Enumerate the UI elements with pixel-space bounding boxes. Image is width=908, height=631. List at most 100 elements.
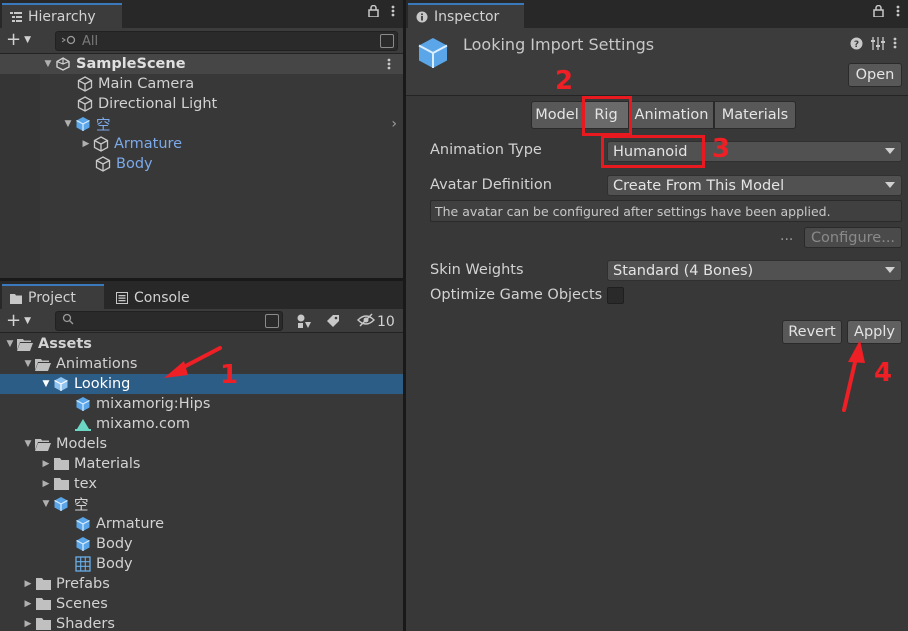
folder-open-icon xyxy=(16,335,34,353)
search-scene-icon[interactable] xyxy=(265,314,279,328)
mesh-grid-icon xyxy=(74,555,92,573)
folder-icon xyxy=(52,455,70,473)
hidden-packages-toggle[interactable]: 10 xyxy=(357,313,395,331)
plus-icon: + xyxy=(6,29,22,50)
tree-item-materials[interactable]: ▶ Materials xyxy=(0,454,403,474)
expand-arrow-icon[interactable]: ▼ xyxy=(42,59,54,69)
ellipsis-label: ... xyxy=(780,228,794,244)
lock-icon[interactable] xyxy=(368,4,379,21)
dropdown-caret-icon xyxy=(885,182,895,188)
console-tab-label: Console xyxy=(134,290,190,306)
tree-item-label: Body xyxy=(96,556,133,572)
open-button[interactable]: Open xyxy=(848,63,902,87)
tree-item-armature[interactable]: Armature xyxy=(0,514,403,534)
tree-item-mixamo-com[interactable]: mixamo.com xyxy=(0,414,403,434)
chevron-right-icon[interactable]: › xyxy=(391,116,397,132)
info-icon xyxy=(416,11,428,23)
svg-text:?: ? xyxy=(854,40,859,50)
folder-icon xyxy=(52,475,70,493)
tab-model[interactable]: Model xyxy=(531,101,583,129)
model-asset-icon xyxy=(416,36,450,74)
search-icon xyxy=(61,34,76,49)
animation-clip-icon xyxy=(74,415,92,433)
tab-hierarchy[interactable]: Hierarchy xyxy=(2,3,122,29)
tab-console[interactable]: Console xyxy=(108,284,208,310)
tree-item-models[interactable]: ▼ Models xyxy=(0,434,403,454)
tab-animation[interactable]: Animation xyxy=(629,101,714,129)
configure-button[interactable]: Configure... xyxy=(804,227,902,248)
scene-row[interactable]: ▼ SampleScene xyxy=(0,54,403,74)
expand-arrow-icon[interactable]: ▶ xyxy=(22,599,34,609)
folder-icon xyxy=(34,595,52,613)
hierarchy-item-main-camera[interactable]: Main Camera xyxy=(0,74,403,94)
tree-item-body[interactable]: Body xyxy=(0,534,403,554)
hierarchy-search-input[interactable]: All xyxy=(55,31,398,51)
kebab-menu-icon[interactable] xyxy=(893,37,897,53)
hierarchy-item-label: 空 xyxy=(96,117,111,134)
expand-arrow-icon[interactable]: ▼ xyxy=(40,499,52,509)
tree-item-body-mesh[interactable]: Body xyxy=(0,554,403,574)
expand-arrow-icon[interactable]: ▶ xyxy=(22,579,34,589)
hierarchy-item-body[interactable]: Body xyxy=(0,154,403,174)
expand-arrow-icon[interactable]: ▶ xyxy=(40,459,52,469)
tree-item-kong[interactable]: ▼ 空 xyxy=(0,494,403,514)
search-scene-icon[interactable] xyxy=(380,34,394,48)
expand-arrow-icon[interactable]: ▶ xyxy=(80,139,92,149)
tree-item-label: Prefabs xyxy=(56,576,110,592)
tab-inspector[interactable]: Inspector xyxy=(408,3,524,29)
tab-materials[interactable]: Materials xyxy=(714,101,796,129)
create-asset-button[interactable]: + ▼ xyxy=(6,312,31,330)
tree-item-prefabs[interactable]: ▶ Prefabs xyxy=(0,574,403,594)
lock-icon[interactable] xyxy=(873,4,884,21)
project-tab-label: Project xyxy=(28,290,76,306)
arrow-annotation-1 xyxy=(164,346,222,378)
hierarchy-item-kong[interactable]: ▼ 空 › xyxy=(0,114,403,134)
expand-arrow-icon[interactable]: ▶ xyxy=(40,479,52,489)
expand-arrow-icon[interactable]: ▼ xyxy=(62,119,74,129)
help-text: The avatar can be configured after setti… xyxy=(435,203,831,219)
help-icon[interactable]: ? xyxy=(850,37,863,54)
gameobject-cube-icon xyxy=(94,155,112,173)
model-prefab-icon xyxy=(74,395,92,413)
hierarchy-toolbar: + ▼ All xyxy=(0,28,403,54)
avatar-definition-dropdown[interactable]: Create From This Model xyxy=(607,175,902,196)
tree-item-label: Assets xyxy=(38,336,92,352)
create-button[interactable]: + ▼ xyxy=(6,31,31,49)
tree-item-tex[interactable]: ▶ tex xyxy=(0,474,403,494)
hierarchy-item-armature[interactable]: ▶ Armature xyxy=(0,134,403,154)
expand-arrow-icon[interactable]: ▶ xyxy=(22,619,34,629)
skin-weights-dropdown[interactable]: Standard (4 Bones) xyxy=(607,260,902,281)
tree-item-shaders[interactable]: ▶ Shaders xyxy=(0,614,403,631)
folder-icon xyxy=(10,292,22,304)
model-prefab-icon xyxy=(52,495,70,513)
arrow-annotation-4 xyxy=(842,340,865,412)
expand-arrow-icon[interactable]: ▼ xyxy=(4,339,16,349)
tab-project[interactable]: Project xyxy=(2,284,104,310)
tree-item-mixamorig-hips[interactable]: mixamorig:Hips xyxy=(0,394,403,414)
hierarchy-item-directional-light[interactable]: Directional Light xyxy=(0,94,403,114)
expand-arrow-icon[interactable]: ▼ xyxy=(40,379,52,389)
tree-item-label: Animations xyxy=(56,356,138,372)
search-by-label-icon[interactable] xyxy=(326,314,340,332)
optimize-game-objects-checkbox[interactable] xyxy=(607,287,624,304)
expand-arrow-icon[interactable]: ▼ xyxy=(22,359,34,369)
expand-arrow-icon[interactable]: ▼ xyxy=(22,439,34,449)
tree-item-label: mixamo.com xyxy=(96,416,190,432)
tree-item-label: Scenes xyxy=(56,596,108,612)
tree-item-scenes[interactable]: ▶ Scenes xyxy=(0,594,403,614)
annotation-number-2: 2 xyxy=(555,66,574,96)
eye-slash-icon xyxy=(357,313,375,331)
plus-icon: + xyxy=(6,310,22,331)
preset-icon[interactable] xyxy=(871,37,885,54)
hierarchy-item-label: Body xyxy=(116,156,153,172)
project-search-input[interactable] xyxy=(55,311,283,331)
avatar-help-box: The avatar can be configured after setti… xyxy=(430,200,902,222)
inspector-title: Looking Import Settings xyxy=(463,35,655,54)
kebab-menu-icon[interactable] xyxy=(387,58,391,74)
revert-button[interactable]: Revert xyxy=(782,320,842,344)
search-placeholder: All xyxy=(82,33,99,49)
kebab-menu-icon[interactable] xyxy=(391,5,395,21)
kebab-menu-icon[interactable] xyxy=(896,5,900,21)
search-by-type-icon[interactable] xyxy=(296,313,312,333)
folder-open-icon xyxy=(34,355,52,373)
